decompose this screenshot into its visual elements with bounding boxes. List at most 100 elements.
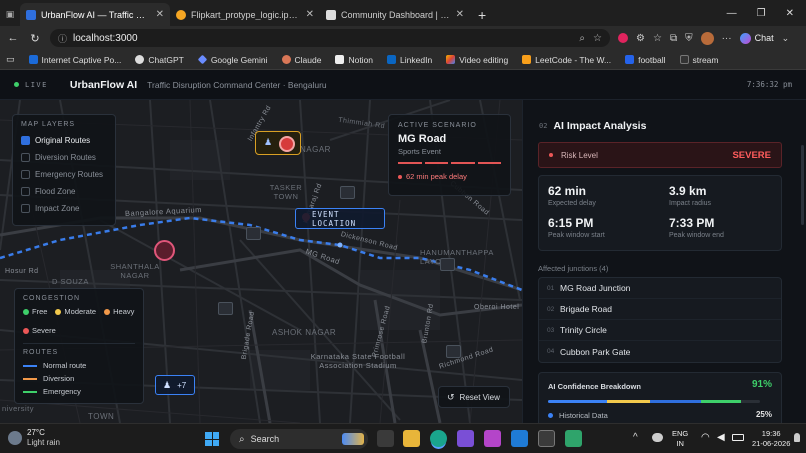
copilot-chat-button[interactable]: Chat: [739, 32, 774, 44]
bookmark-linkedin[interactable]: LinkedIn: [387, 55, 432, 65]
terminal-icon[interactable]: [538, 430, 555, 447]
layer-label: Diversion Routes: [35, 153, 96, 162]
extension-red-icon[interactable]: [618, 33, 628, 43]
junction-item[interactable]: 03 Trinity Circle: [539, 320, 781, 341]
section-index: 02: [539, 122, 548, 130]
road-closed-icon[interactable]: [279, 136, 295, 152]
panel-scrollbar[interactable]: [801, 145, 804, 225]
cluster-marker[interactable]: ♟ +7: [155, 375, 195, 395]
bookmark-captive[interactable]: Internet Captive Po...: [28, 54, 122, 65]
task-view-icon[interactable]: [377, 430, 394, 447]
camera-icon[interactable]: [446, 345, 461, 358]
shield-icon[interactable]: ⛨: [685, 33, 693, 44]
taskbar-search-box[interactable]: ⌕ Search: [230, 429, 368, 449]
tray-cloud-icon[interactable]: [652, 433, 663, 442]
chevron-down-icon[interactable]: ⌄: [782, 33, 790, 44]
new-tab-button[interactable]: +: [470, 3, 494, 26]
active-scenario-card[interactable]: ACTIVE SCENARIO MG Road Sports Event 62 …: [388, 114, 511, 196]
layer-label: Original Routes: [35, 136, 91, 145]
zoom-icon[interactable]: ⌕: [579, 33, 585, 44]
camera-icon[interactable]: [440, 258, 455, 271]
bookmark-leetcode[interactable]: LeetCode - The W...: [522, 55, 611, 65]
app-triangle-icon[interactable]: [457, 430, 474, 447]
tab-hackerearth[interactable]: Community Dashboard | HackerE ✕: [320, 3, 470, 26]
tab-list-icon[interactable]: ▭: [6, 54, 15, 65]
volume-icon[interactable]: ◀: [717, 432, 725, 443]
weather-widget[interactable]: 27°C Light rain: [8, 428, 60, 448]
bookmark-video-editing[interactable]: Video editing: [446, 55, 508, 65]
legend-heavy: Heavy: [104, 307, 134, 316]
tab-colab[interactable]: Flipkart_protype_logic.ipynb - Cola ✕: [170, 3, 320, 26]
close-tab-icon[interactable]: ✕: [306, 9, 314, 20]
back-icon[interactable]: ←: [6, 32, 20, 44]
restore-icon[interactable]: ❐: [757, 8, 766, 19]
junction-item[interactable]: 02 Brigade Road: [539, 299, 781, 320]
event-label-text: EVENT LOCATION: [312, 209, 357, 228]
notification-bell-icon[interactable]: [794, 433, 800, 442]
place-name: TOWN: [88, 412, 115, 421]
reset-view-button[interactable]: ↺ Reset View: [438, 386, 510, 408]
panel-header: 02 AI Impact Analysis: [539, 120, 646, 132]
collections-icon[interactable]: ⧉: [670, 33, 677, 44]
wifi-icon[interactable]: ◠: [701, 432, 710, 443]
bookmark-notion[interactable]: Notion: [335, 55, 373, 65]
close-tab-icon[interactable]: ✕: [456, 9, 464, 20]
favorite-star-icon[interactable]: ☆: [593, 33, 602, 44]
bookmark-football[interactable]: football: [625, 55, 666, 65]
event-location-label[interactable]: EVENT LOCATION: [295, 208, 385, 229]
place-name: niversity: [2, 404, 35, 413]
layer-toggle-emergency-routes[interactable]: Emergency Routes: [21, 166, 107, 183]
app-green-icon[interactable]: [565, 430, 582, 447]
police-marker-icon[interactable]: ♟: [262, 137, 274, 149]
refresh-icon[interactable]: ↻: [28, 32, 42, 45]
vscode-icon[interactable]: [511, 430, 528, 447]
junction-item[interactable]: 01 MG Road Junction: [539, 278, 781, 299]
tab-title: Flipkart_protype_logic.ipynb - Cola: [191, 9, 301, 20]
close-window-icon[interactable]: ✕: [786, 8, 794, 19]
extensions-icon[interactable]: ⚙: [636, 33, 645, 44]
camera-icon[interactable]: [246, 227, 261, 240]
bookmark-stream[interactable]: stream: [679, 55, 719, 65]
bookmark-chatgpt[interactable]: ChatGPT: [135, 55, 184, 65]
camera-icon[interactable]: [218, 302, 233, 315]
traffic-map[interactable]: Thimmiah Rd Bangalore Aquarium NAGAR TAS…: [0, 100, 522, 423]
tab-actions-icon[interactable]: ▣: [0, 3, 20, 26]
app-purple-icon[interactable]: [484, 430, 501, 447]
junction-name: Trinity Circle: [560, 325, 607, 335]
map-layers-title: MAP LAYERS: [21, 121, 76, 128]
reset-view-label: Reset View: [459, 392, 500, 402]
edge-browser-icon[interactable]: [430, 430, 447, 447]
close-tab-icon[interactable]: ✕: [156, 9, 164, 20]
start-button-icon[interactable]: [205, 432, 219, 446]
checkbox-icon: [21, 204, 30, 213]
layer-toggle-original-routes[interactable]: Original Routes: [21, 132, 107, 149]
battery-icon[interactable]: [732, 434, 744, 441]
url-bar[interactable]: ⓘ localhost:3000 ⌕ ☆: [50, 29, 610, 47]
bookmark-gemini[interactable]: Google Gemini: [197, 55, 268, 65]
junction-item[interactable]: 04 Cubbon Park Gate: [539, 341, 781, 362]
ambulance-marker-icon[interactable]: [154, 240, 175, 261]
camera-icon[interactable]: [340, 186, 355, 199]
dot-icon: [55, 308, 62, 315]
metric-value: 6:15 PM: [548, 216, 594, 230]
file-explorer-icon[interactable]: [403, 430, 420, 447]
language-indicator[interactable]: ENG IN: [672, 429, 688, 449]
reset-icon: ↺: [447, 391, 455, 402]
urbanflow-favicon-icon: [26, 9, 36, 20]
layer-toggle-impact-zone[interactable]: Impact Zone: [21, 200, 107, 217]
weather-temp: 27°C: [27, 428, 45, 437]
more-menu-icon[interactable]: ···: [722, 33, 732, 44]
system-clock[interactable]: 19:36 21-06-2026: [752, 429, 790, 449]
avatar[interactable]: [700, 31, 714, 45]
tray-overflow-icon[interactable]: ^: [633, 432, 638, 443]
layer-toggle-flood-zone[interactable]: Flood Zone: [21, 183, 107, 200]
tab-urbanflow[interactable]: UrbanFlow AI — Traffic Disruption ✕: [20, 3, 170, 26]
site-info-icon[interactable]: ⓘ: [58, 32, 67, 45]
ai-impact-panel: 02 AI Impact Analysis Risk Level SEVERE …: [522, 100, 806, 423]
bookmark-label: Internet Captive Po...: [41, 54, 122, 65]
layer-toggle-diversion-routes[interactable]: Diversion Routes: [21, 149, 107, 166]
notion-icon: [335, 55, 345, 64]
favorites-icon[interactable]: ☆: [653, 33, 662, 44]
bookmark-claude[interactable]: Claude: [281, 55, 321, 65]
minimize-icon[interactable]: —: [727, 8, 737, 19]
